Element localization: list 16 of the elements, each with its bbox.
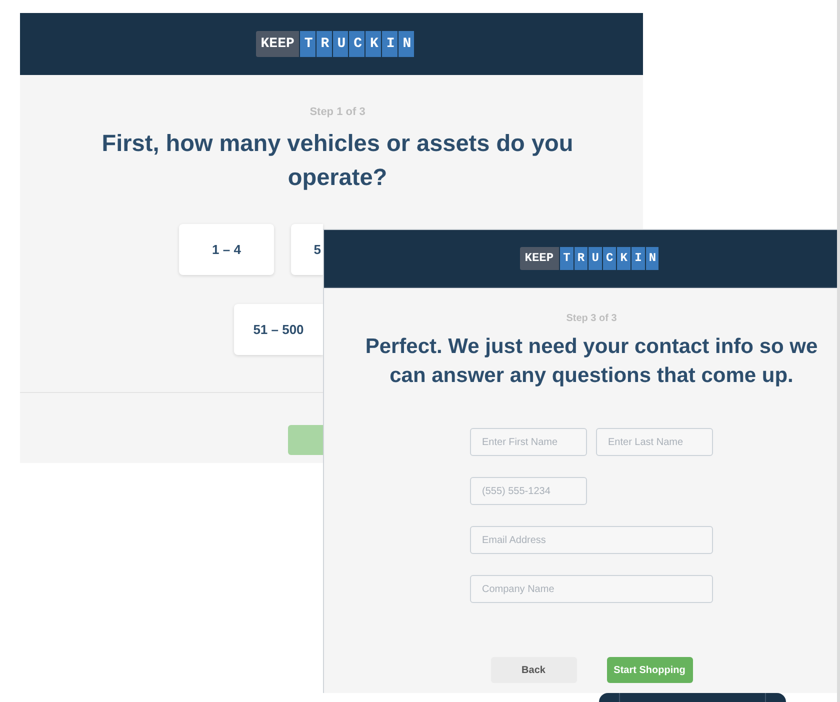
text-field[interactable]: Enter Last Name xyxy=(596,428,713,456)
step-indicator: Step 3 of 3 xyxy=(566,312,617,325)
question-heading: First, how many vehicles or assets do you operate? xyxy=(100,129,574,192)
text-field[interactable]: Email Address xyxy=(470,526,713,554)
question-heading: Perfect. We just need your contact info so we can answer any questions that come up. xyxy=(364,334,819,389)
text-field[interactable]: Enter First Name xyxy=(470,428,587,456)
logo-text: KEEP xyxy=(520,247,559,270)
secondary-button[interactable]: Back xyxy=(490,657,576,683)
option-card[interactable]: 1 – 4 xyxy=(179,224,274,275)
step-indicator: Step 1 of 3 xyxy=(310,105,366,119)
option-card[interactable]: 51 – 500 xyxy=(234,304,323,355)
logo-text: KEEP xyxy=(256,31,300,57)
option-card[interactable]: 5 xyxy=(291,224,323,275)
primary-button[interactable] xyxy=(288,425,323,455)
text-field[interactable]: Company Name xyxy=(470,575,713,603)
text-field[interactable]: (555) 555-1234 xyxy=(470,477,587,505)
